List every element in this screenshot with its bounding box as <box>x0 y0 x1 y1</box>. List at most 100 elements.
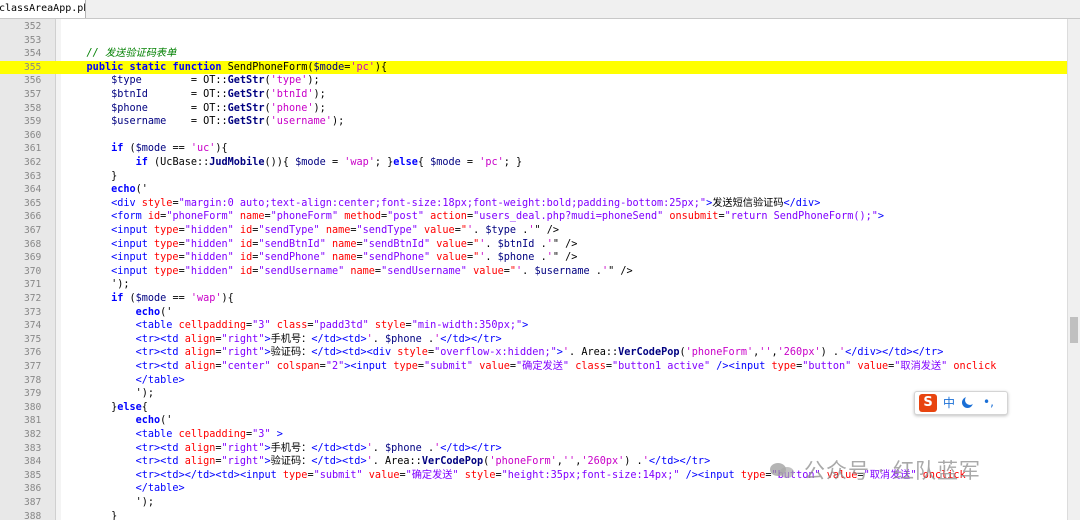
code-text[interactable]: $btnId = OT::GetStr('btnId'); <box>62 88 326 102</box>
code-line[interactable]: 352 <box>0 20 1068 34</box>
code-line[interactable]: 367 <input type="hidden" id="sendType" n… <box>0 224 1068 238</box>
code-text[interactable]: $type = OT::GetStr('type'); <box>62 74 320 88</box>
code-text[interactable]: <input type="hidden" id="sendUsername" n… <box>62 265 633 279</box>
code-text[interactable]: <tr><td align="center" colspan="2"><inpu… <box>62 360 997 374</box>
code-line[interactable]: 379 '); <box>0 387 1068 401</box>
code-line[interactable]: 388 } <box>0 510 1068 520</box>
code-line[interactable]: 361 if ($mode == 'uc'){ <box>0 142 1068 156</box>
line-number: 364 <box>24 184 42 196</box>
code-line[interactable]: 355 public static function SendPhoneForm… <box>0 60 1068 75</box>
code-line[interactable]: 375 <tr><td align="right">手机号：</td><td>'… <box>0 333 1068 347</box>
code-text[interactable]: <tr><td align="right">验证码：</td><td><div … <box>62 346 944 360</box>
code-line[interactable]: 370 <input type="hidden" id="sendUsernam… <box>0 265 1068 279</box>
line-number: 378 <box>24 374 42 386</box>
code-text[interactable]: if ($mode == 'uc'){ <box>62 142 228 156</box>
line-number: 365 <box>24 197 42 209</box>
ime-toolbar[interactable]: S 中 •, <box>914 391 1008 415</box>
line-number: 362 <box>24 157 42 168</box>
code-text[interactable]: '); <box>62 278 129 292</box>
code-line[interactable]: 372 if ($mode == 'wap'){ <box>0 292 1068 306</box>
code-line[interactable]: 377 <tr><td align="center" colspan="2"><… <box>0 360 1068 374</box>
code-text[interactable]: public static function SendPhoneForm($mo… <box>62 61 388 75</box>
scrollbar-thumb[interactable] <box>1070 317 1078 343</box>
line-number: 363 <box>24 170 42 182</box>
sogou-logo-icon[interactable]: S <box>919 394 937 412</box>
code-line[interactable]: 380 }else{ <box>0 401 1068 415</box>
code-editor[interactable]: 352 353 354 // 发送验证码表单 355 public static fu… <box>0 19 1068 520</box>
code-line[interactable]: 364 echo(' <box>0 183 1068 197</box>
line-number: 380 <box>24 401 42 413</box>
code-line[interactable]: 363 } <box>0 170 1068 184</box>
code-text[interactable]: <tr><td align="right">手机号：</td><td>'. $p… <box>62 442 502 456</box>
code-line[interactable]: 353 <box>0 34 1068 48</box>
line-number: 369 <box>24 252 42 264</box>
code-text[interactable]: <form id="phoneForm" name="phoneForm" me… <box>62 210 884 224</box>
code-line[interactable]: 356 $type = OT::GetStr('type'); <box>0 74 1068 88</box>
code-line[interactable]: 358 $phone = OT::GetStr('phone'); <box>0 102 1068 116</box>
code-text[interactable]: $username = OT::GetStr('username'); <box>62 115 344 129</box>
line-number: 386 <box>24 483 42 495</box>
code-line[interactable]: 369 <input type="hidden" id="sendPhone" … <box>0 251 1068 265</box>
code-text[interactable]: </table> <box>62 482 185 496</box>
line-number: 373 <box>24 306 42 318</box>
code-line[interactable]: 387 '); <box>0 496 1068 510</box>
code-line[interactable]: 365 <div style="margin:0 auto;text-align… <box>0 197 1068 211</box>
line-number: 372 <box>24 293 42 304</box>
line-number: 359 <box>24 116 42 128</box>
code-text[interactable]: </table> <box>62 374 185 388</box>
code-line[interactable]: 376 <tr><td align="right">验证码：</td><td><… <box>0 346 1068 360</box>
code-text[interactable]: if (UcBase::JudMobile()){ $mode = 'wap';… <box>62 156 523 170</box>
code-text[interactable]: <table cellpadding="3" class="padd3td" s… <box>62 319 529 333</box>
code-line[interactable]: 371 '); <box>0 278 1068 292</box>
code-line[interactable]: 357 $btnId = OT::GetStr('btnId'); <box>0 88 1068 102</box>
code-line[interactable]: 374 <table cellpadding="3" class="padd3t… <box>0 319 1068 333</box>
line-number: 388 <box>24 510 42 520</box>
ime-mode-indicator[interactable]: 中 <box>943 392 955 414</box>
code-text[interactable]: <tr><td align="right">验证码：</td><td>'. Ar… <box>62 455 711 469</box>
code-line[interactable]: 383 <tr><td align="right">手机号：</td><td>'… <box>0 442 1068 456</box>
moon-icon[interactable] <box>962 395 975 408</box>
code-text[interactable]: <table cellpadding="3" > <box>62 428 283 442</box>
code-text[interactable]: <tr><td align="right">手机号：</td><td>'. $p… <box>62 333 502 347</box>
code-text[interactable]: echo(' <box>62 414 173 428</box>
code-line[interactable]: 362 if (UcBase::JudMobile()){ $mode = 'w… <box>0 156 1068 170</box>
line-number: 368 <box>24 238 42 250</box>
watermark: 公众号 · 红队蓝军 <box>770 456 981 486</box>
code-line[interactable]: 366 <form id="phoneForm" name="phoneForm… <box>0 210 1068 224</box>
line-number: 353 <box>24 34 42 46</box>
code-text[interactable]: if ($mode == 'wap'){ <box>62 292 234 306</box>
line-number: 357 <box>24 89 42 100</box>
code-line[interactable]: 360 <box>0 129 1068 143</box>
watermark-text: 公众号 · 红队蓝军 <box>804 459 982 483</box>
code-text[interactable]: }else{ <box>62 401 148 415</box>
code-text[interactable]: <div style="margin:0 auto;text-align:cen… <box>62 197 820 211</box>
line-number: 384 <box>24 456 42 468</box>
code-line[interactable]: 382 <table cellpadding="3" > <box>0 428 1068 442</box>
line-number: 385 <box>24 469 42 481</box>
code-line[interactable]: 378 </table> <box>0 374 1068 388</box>
line-number: 387 <box>24 497 42 508</box>
code-text[interactable]: } <box>62 170 117 184</box>
code-text[interactable]: echo(' <box>62 306 173 320</box>
line-number: 360 <box>24 129 42 141</box>
code-line[interactable]: 359 $username = OT::GetStr('username'); <box>0 115 1068 129</box>
code-text[interactable]: echo(' <box>62 183 148 197</box>
code-line[interactable]: 368 <input type="hidden" id="sendBtnId" … <box>0 238 1068 252</box>
vertical-scrollbar[interactable] <box>1067 19 1080 520</box>
code-text[interactable]: <input type="hidden" id="sendPhone" name… <box>62 251 577 265</box>
code-line[interactable]: 381 echo(' <box>0 414 1068 428</box>
code-line[interactable]: 354 // 发送验证码表单 <box>0 47 1068 61</box>
tab-classareaapp[interactable]: classAreaApp.php <box>0 0 86 18</box>
line-number: 370 <box>24 265 42 277</box>
code-line[interactable]: 373 echo(' <box>0 306 1068 320</box>
code-text[interactable]: <input type="hidden" id="sendType" name=… <box>62 224 559 238</box>
ime-punct-indicator[interactable]: •, <box>983 392 994 414</box>
code-text[interactable]: '); <box>62 496 154 510</box>
code-text[interactable]: '); <box>62 387 154 401</box>
code-text[interactable]: <input type="hidden" id="sendBtnId" name… <box>62 238 577 252</box>
code-text[interactable]: $phone = OT::GetStr('phone'); <box>62 102 326 116</box>
line-number: 371 <box>24 279 42 291</box>
code-text[interactable]: // 发送验证码表单 <box>62 47 177 61</box>
line-number: 376 <box>24 347 42 359</box>
code-text[interactable]: } <box>62 510 117 520</box>
